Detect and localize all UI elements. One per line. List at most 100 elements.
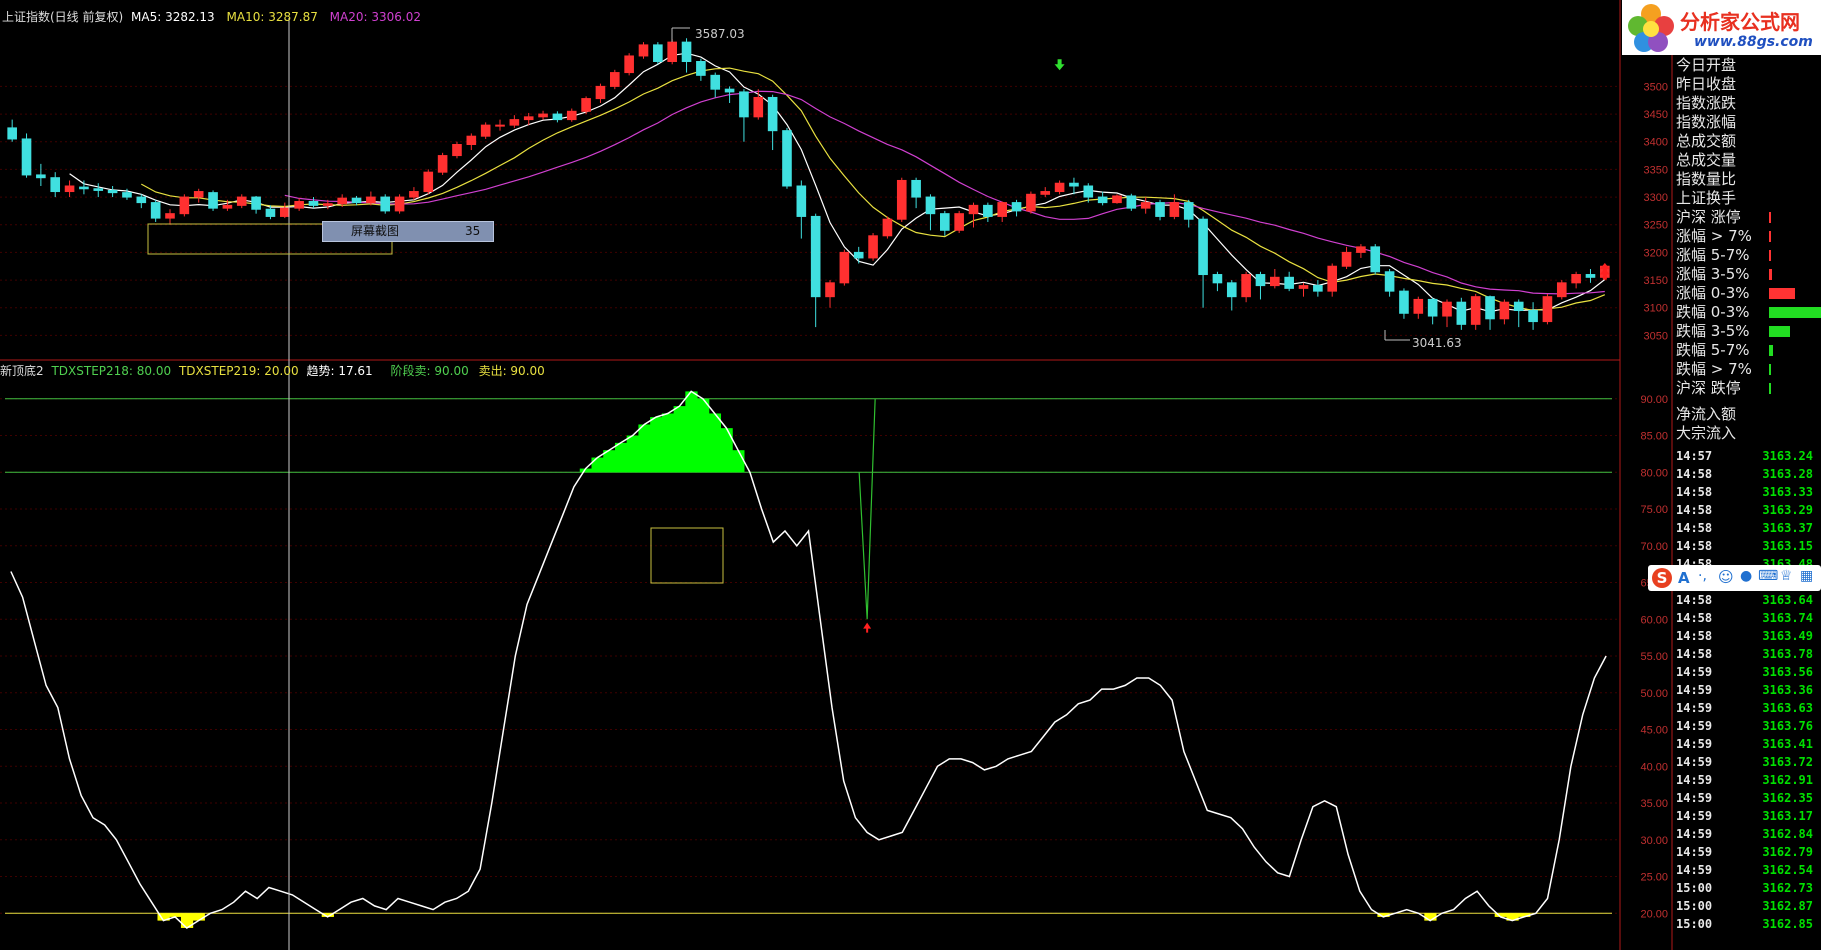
candle-body (940, 213, 950, 231)
candle-body (624, 55, 634, 74)
candle-body (136, 196, 147, 204)
candle-body (1356, 246, 1366, 253)
sogou-icon[interactable]: S (1652, 568, 1672, 588)
tick-row: 14:58 3163.37 (1674, 519, 1821, 537)
candle-body (609, 72, 620, 87)
candle (150, 199, 161, 222)
breadth-row: 涨幅 5-7% (1674, 246, 1821, 265)
selection-box-2[interactable] (650, 527, 724, 584)
font-icon[interactable]: A (1678, 569, 1690, 587)
tick-price: 3162.91 (1762, 773, 1813, 787)
tick-price: 3163.41 (1762, 737, 1813, 751)
candle-body (1499, 301, 1510, 320)
candle-body (710, 74, 721, 90)
candle-body (165, 213, 175, 219)
candle-body (1112, 195, 1122, 204)
tick-list[interactable]: 14:57 3163.24 14:58 3163.28 14:58 3163.33 14:5… (1674, 447, 1821, 933)
tick-price: 3163.49 (1762, 629, 1813, 643)
stat-row: 指数涨跌 (1674, 94, 1821, 113)
price-header: 上证指数(日线 前复权) MA5: 3282.13 MA10: 3287.87 … (2, 8, 421, 25)
tick-row: 14:58 3163.28 (1674, 465, 1821, 483)
candle-body (839, 251, 850, 284)
grid-icon[interactable]: ▦ (1800, 568, 1813, 584)
candle (911, 177, 921, 209)
candle (1442, 299, 1452, 328)
tick-row: 14:57 3163.24 (1674, 447, 1821, 465)
osc-tick-label: 25.00 (1640, 872, 1668, 884)
candle-body (1083, 185, 1094, 198)
price-axis: 3050 3100 3150 3200 3250 3300 3350 3400 3450 3500 (1644, 81, 1668, 342)
candle-body (437, 155, 448, 173)
candle (954, 210, 964, 234)
ime-toolbar[interactable]: S A ·, ☺ ● ⌨ ♕ ▦ (1648, 565, 1821, 591)
tick-row: 14:58 3163.33 (1674, 483, 1821, 501)
candle (1485, 295, 1495, 330)
candle-body (466, 135, 477, 145)
screenshot-count: 35 (465, 224, 481, 238)
candle-body (1183, 202, 1194, 220)
osc-tick-label: 45.00 (1640, 725, 1668, 737)
candle-body (236, 196, 247, 206)
candle (93, 183, 104, 198)
candle (1456, 297, 1467, 330)
screenshot-label: 屏幕截图 (351, 224, 400, 238)
candle (1140, 197, 1151, 214)
step218-label: TDXSTEP218: 80.00 (51, 364, 172, 378)
breadth-row: 涨幅 0-3% (1674, 284, 1821, 303)
candle-body (50, 177, 61, 193)
logo-url: www.88gs.com (1694, 34, 1813, 50)
candle (552, 111, 563, 123)
candle-body (21, 138, 32, 176)
breadth-row: 沪深 涨停 (1674, 208, 1821, 227)
high-value: 3587.03 (695, 27, 745, 41)
breadth-row: 跌幅 3-5% (1674, 322, 1821, 341)
price-tick-label: 3500 (1644, 81, 1668, 93)
candle (1270, 269, 1280, 289)
candle-body (1571, 274, 1581, 284)
candle-body (595, 85, 606, 100)
candle-body (79, 186, 89, 190)
candle-body (279, 207, 290, 217)
candle-body (308, 200, 319, 206)
clothes-icon[interactable]: ♕ (1780, 568, 1793, 584)
candle (1528, 302, 1538, 330)
punctuation-icon[interactable]: ·, (1698, 568, 1707, 584)
breadth-row: 跌幅 5-7% (1674, 341, 1821, 360)
tick-row: 14:58 3163.29 (1674, 501, 1821, 519)
overbought-bar (673, 406, 686, 473)
tick-time: 14:58 (1676, 539, 1713, 553)
mic-icon[interactable]: ● (1740, 568, 1752, 584)
candle (1026, 191, 1036, 214)
candle (279, 202, 290, 219)
tick-row: 14:59 3163.76 (1674, 717, 1821, 735)
candle-body (782, 130, 792, 187)
keyboard-icon[interactable]: ⌨ (1758, 568, 1778, 584)
candle-body (179, 196, 190, 215)
tick-price: 3163.63 (1762, 701, 1813, 715)
candle-body (1011, 202, 1022, 212)
emoji-icon[interactable]: ☺ (1718, 568, 1734, 586)
tick-row: 14:59 3162.35 (1674, 789, 1821, 807)
overbought-bar (685, 391, 698, 473)
tick-price: 3162.73 (1762, 881, 1813, 895)
flow-row: 净流入额 (1674, 405, 1821, 424)
site-logo[interactable]: 分析家公式网 www.88gs.com (1622, 0, 1821, 55)
tick-time: 14:59 (1676, 791, 1713, 805)
screenshot-tooltip[interactable]: 屏幕截图 35 (322, 221, 494, 242)
overbought-bar (650, 417, 663, 473)
stage-sell-label: 阶段卖: 90.00 (390, 364, 469, 378)
candle-body (925, 196, 936, 215)
candle-body (1040, 191, 1051, 195)
candle (1556, 280, 1567, 300)
breadth-row-label: 跌幅 0-3% (1676, 303, 1750, 321)
breadth-row-label: 沪深 涨停 (1676, 208, 1741, 226)
candle (681, 38, 692, 73)
candle-body (1542, 296, 1553, 323)
candle (882, 216, 893, 239)
candle-body (423, 171, 434, 193)
overbought-bar (614, 442, 628, 473)
candle (696, 58, 706, 81)
candle-body (825, 282, 835, 298)
osc-tick-label: 55.00 (1640, 651, 1668, 663)
tick-time: 14:58 (1676, 503, 1713, 517)
